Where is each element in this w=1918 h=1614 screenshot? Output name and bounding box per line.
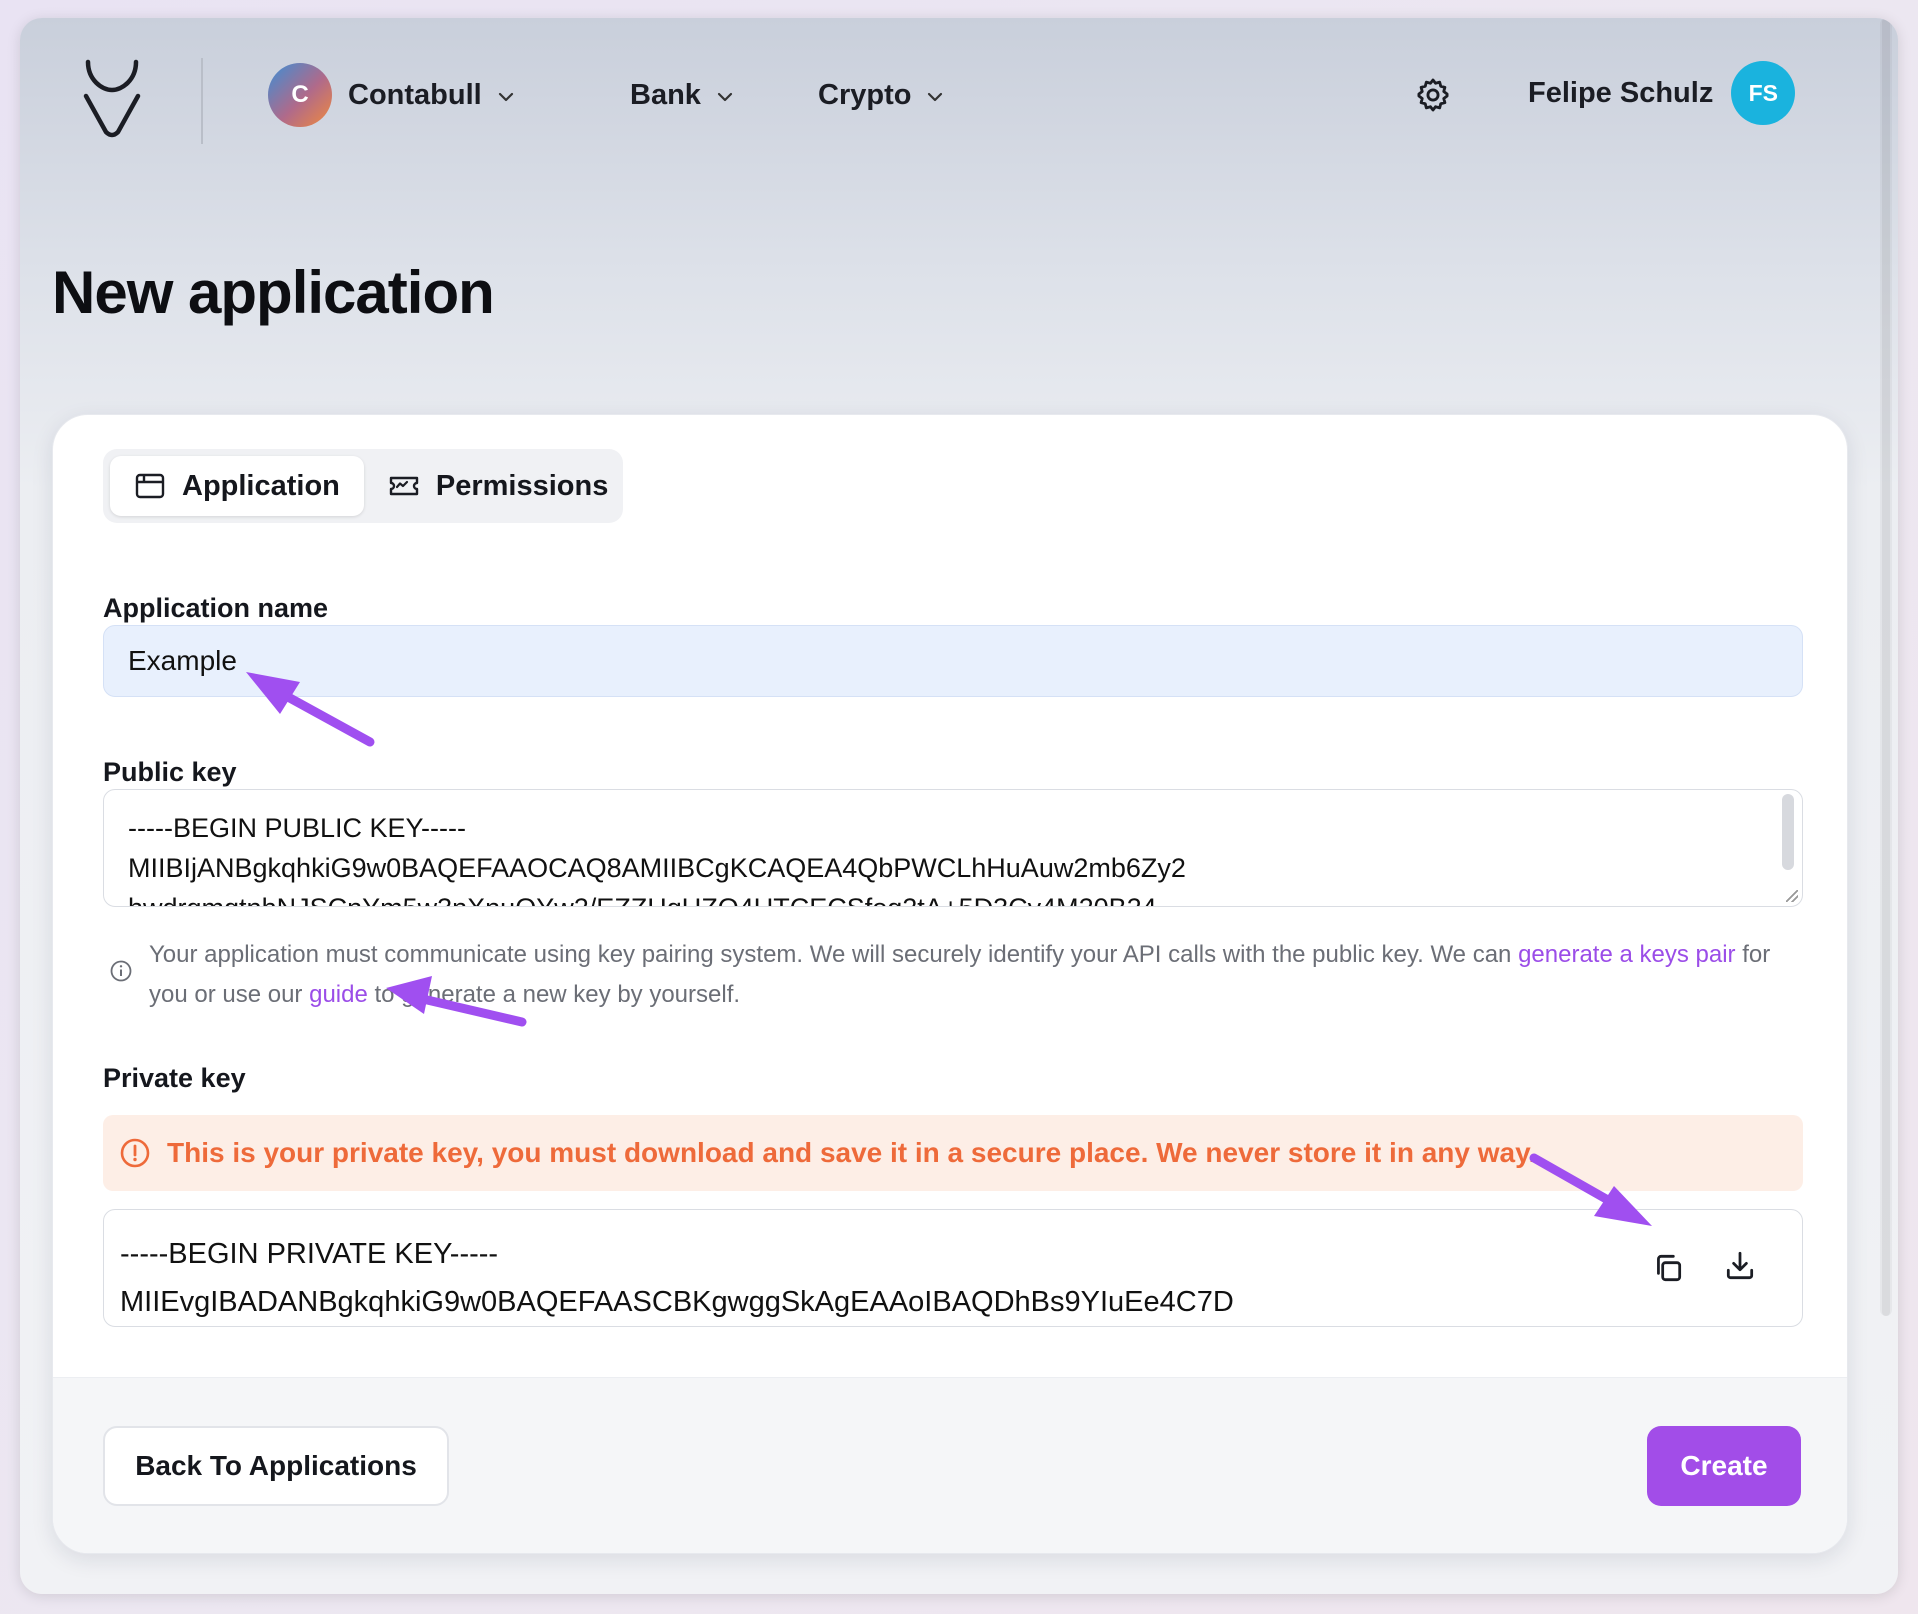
org-switcher[interactable]: C Contabull (268, 60, 516, 130)
textarea-scrollbar[interactable] (1782, 794, 1794, 870)
copy-icon (1657, 1254, 1682, 1282)
application-name-input[interactable] (103, 625, 1803, 697)
nav-bank-label: Bank (630, 78, 701, 111)
application-form-card: Application Permissions Application name… (52, 414, 1848, 1554)
brand-logo-icon[interactable] (80, 58, 144, 138)
hint-text: Your application must communicate using … (149, 941, 1519, 968)
public-key-line: -----BEGIN PUBLIC KEY----- (128, 813, 467, 843)
resize-handle-icon[interactable] (1786, 890, 1798, 902)
generate-keys-link[interactable]: generate a keys pair (1518, 941, 1735, 968)
public-key-line: MIIBIjANBgkqhkiG9w0BAQEFAAOCAQ8AMIIBCgKC… (128, 853, 1186, 883)
chevron-down-icon (717, 92, 733, 102)
gear-icon[interactable] (1414, 76, 1452, 114)
user-avatar: FS (1731, 61, 1796, 125)
tab-permissions[interactable]: Permissions (364, 456, 632, 516)
scrollbar-thumb[interactable] (1882, 18, 1890, 1316)
private-key-box: -----BEGIN PRIVATE KEY----- MIIEvgIBADAN… (103, 1209, 1803, 1327)
application-name-label: Application name (103, 593, 329, 623)
nav-crypto-label: Crypto (818, 78, 912, 111)
tab-application[interactable]: Application (110, 456, 364, 516)
private-key-line: MIIEvgIBADANBgkqhkiG9w0BAQEFAASCBKgwggSk… (120, 1286, 1234, 1318)
tab-application-label: Application (182, 469, 340, 502)
tab-bar: Application Permissions (103, 449, 623, 523)
tab-permissions-label: Permissions (435, 469, 609, 502)
guide-link[interactable]: guide (309, 981, 368, 1008)
user-menu[interactable]: Felipe Schulz FS (1528, 60, 1796, 126)
window-scrollbar[interactable] (1880, 18, 1892, 1316)
form-footer: Back To Applications Create (53, 1377, 1847, 1553)
public-key-hint: Your application must communicate using … (149, 935, 1789, 1015)
user-name: Felipe Schulz (1528, 76, 1714, 109)
download-icon (1726, 1251, 1754, 1280)
org-avatar: C (268, 63, 332, 127)
public-key-label: Public key (103, 757, 237, 787)
copy-button[interactable] (1644, 1244, 1692, 1292)
header-divider (201, 58, 203, 144)
private-key-warning: This is your private key, you must downl… (103, 1115, 1803, 1191)
download-button[interactable] (1716, 1242, 1764, 1290)
create-button[interactable]: Create (1647, 1426, 1801, 1506)
top-navigation: C Contabull Bank Crypto Felipe Schulz FS (20, 18, 1898, 168)
chevron-down-icon (498, 92, 513, 102)
org-name: Contabull (348, 78, 482, 111)
alert-circle-icon (120, 1138, 150, 1168)
private-key-label: Private key (103, 1063, 246, 1093)
info-icon (110, 960, 132, 982)
back-to-applications-button[interactable]: Back To Applications (103, 1426, 449, 1506)
nav-crypto[interactable]: Crypto (818, 70, 945, 120)
hint-text: to generate a new key by yourself. (367, 981, 741, 1008)
warning-text: This is your private key, you must downl… (167, 1137, 1537, 1168)
calendar-icon (135, 473, 165, 499)
public-key-textarea[interactable]: -----BEGIN PUBLIC KEY----- MIIBIjANBgkqh… (103, 789, 1803, 907)
app-window: C Contabull Bank Crypto Felipe Schulz FS… (20, 18, 1898, 1594)
nav-bank[interactable]: Bank (630, 70, 735, 120)
page-title: New application (52, 259, 495, 326)
chevron-down-icon (928, 92, 943, 102)
ticket-icon (389, 476, 419, 496)
private-key-line: -----BEGIN PRIVATE KEY----- (120, 1238, 499, 1270)
public-key-line: hwdrgmqtnhNJSCnYm5w3nXnuOYw2/EZZHqUZQ4UT… (128, 888, 1778, 906)
